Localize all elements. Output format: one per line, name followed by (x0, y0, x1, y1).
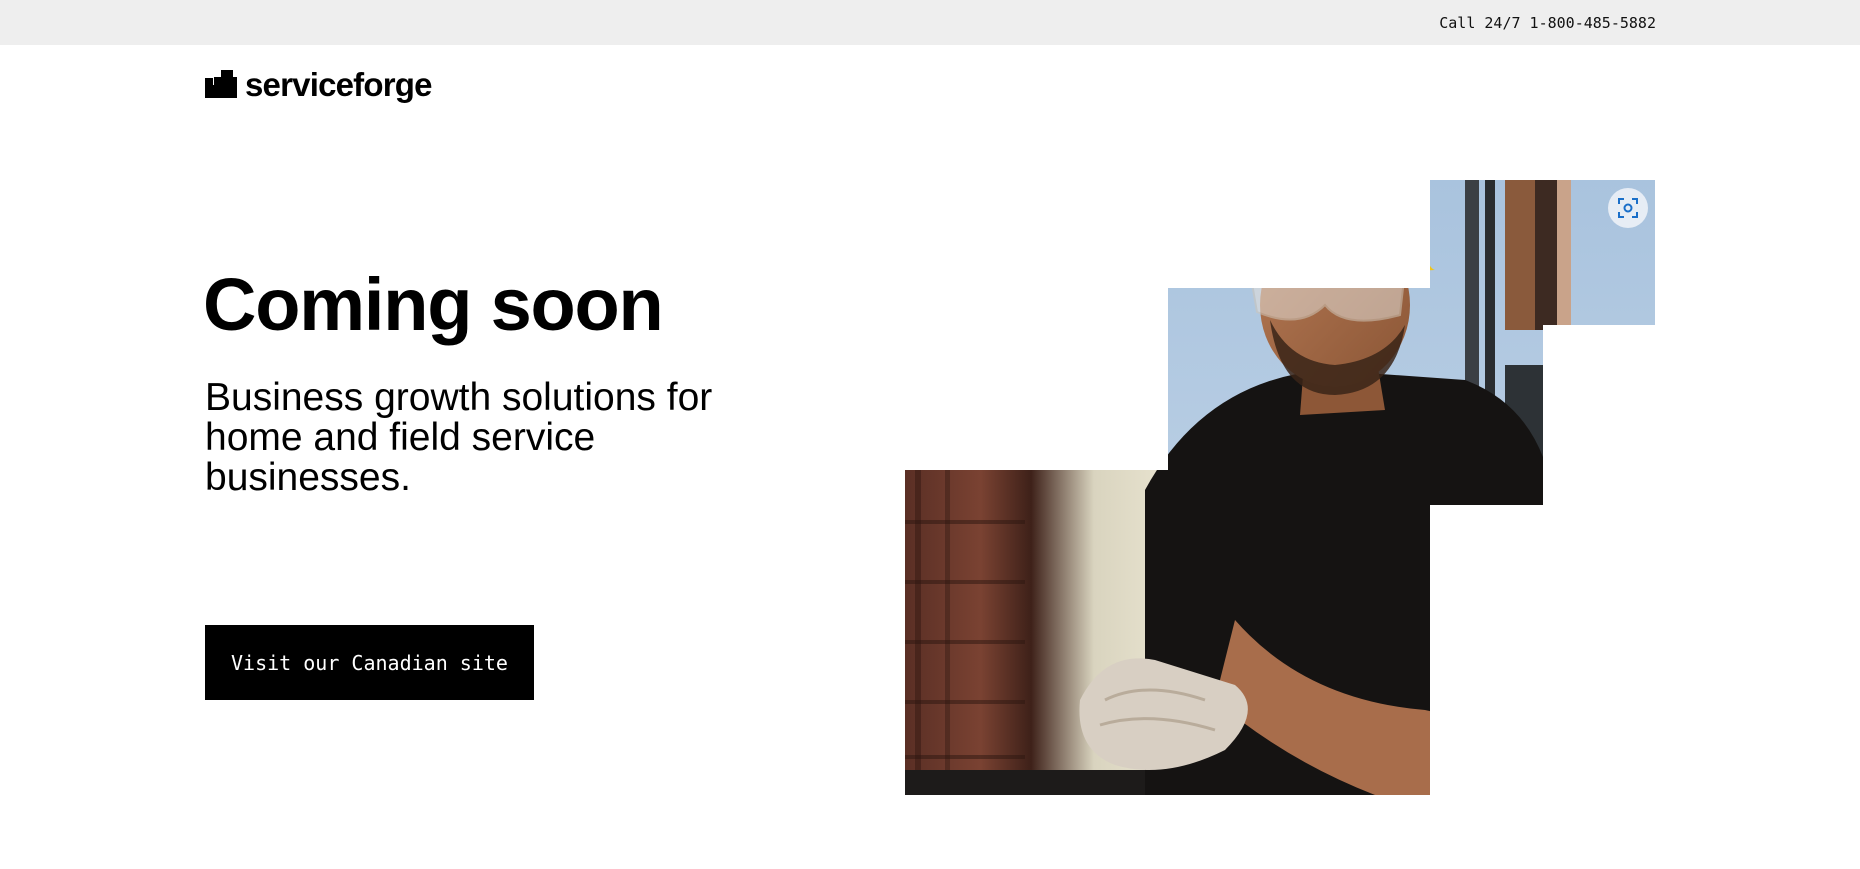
visual-search-button[interactable] (1608, 188, 1648, 228)
logo-wordmark: serviceforge (245, 65, 432, 103)
worker-photo (905, 180, 1655, 795)
page-subtitle: Business growth solutions for home and f… (205, 376, 713, 499)
page-title: Coming soon (203, 263, 664, 346)
stairs-logo-icon (205, 70, 237, 98)
scan-image-icon (1618, 198, 1638, 218)
top-bar: Call 24/7 1-800-485-5882 (0, 0, 1860, 45)
hero-photo-collage (905, 180, 1655, 795)
logo[interactable]: serviceforge (205, 66, 432, 102)
visit-canadian-site-button[interactable]: Visit our Canadian site (205, 625, 534, 700)
call-phone-link[interactable]: Call 24/7 1-800-485-5882 (1439, 14, 1656, 32)
